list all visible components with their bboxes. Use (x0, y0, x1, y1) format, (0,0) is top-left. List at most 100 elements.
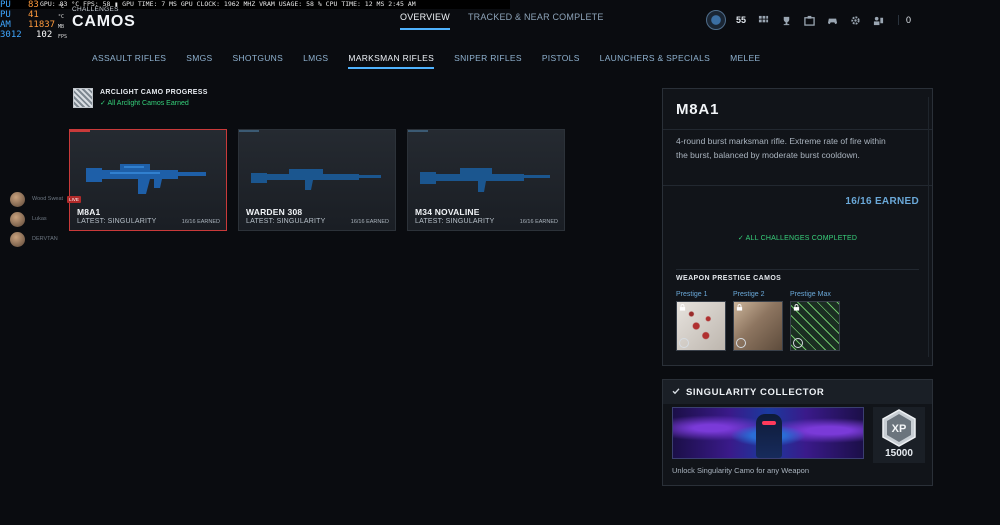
detail-scrollbar[interactable] (928, 97, 929, 357)
prestige-label: Prestige Max (790, 291, 831, 298)
xp-value: 15000 (885, 448, 913, 459)
performance-overlay-stats: PU 83 °C PU 41 °C AM 11837 MB 3012 102 F… (0, 0, 68, 40)
category-smgs[interactable]: SMGS (186, 53, 212, 69)
prestige-ring-icon (736, 338, 746, 348)
category-sniper-rifles[interactable]: SNIPER RIFLES (454, 53, 522, 69)
perf-row: AM 11837 MB (0, 20, 68, 30)
prestige-label: Prestige 1 (676, 291, 708, 298)
weapon-card-m8a1[interactable]: M8A1 LATEST: SINGULARITY 16/16 EARNED (69, 129, 227, 231)
prestige-swatch[interactable] (790, 301, 840, 351)
perf-label: PU (0, 10, 11, 20)
settings-icon[interactable] (850, 15, 861, 26)
prestige-camo-max[interactable]: Prestige Max (790, 291, 840, 351)
weapon-latest-camo: LATEST: SINGULARITY (415, 218, 495, 225)
avatar (10, 231, 25, 247)
prestige-camo-2[interactable]: Prestige 2 (733, 291, 783, 351)
weapon-earned-count: 16/16 EARNED (519, 219, 558, 225)
challenges-status-text: ALL CHALLENGES COMPLETED (745, 235, 858, 242)
avatar (10, 211, 25, 227)
prestige-ring-icon (679, 338, 689, 348)
lock-icon (736, 304, 743, 311)
collector-calling-card (672, 407, 864, 459)
weapon-name: WARDEN 308 (246, 207, 303, 217)
arclight-title: ARCLIGHT CAMO PROGRESS (100, 89, 208, 96)
xp-icon: XP (882, 409, 916, 447)
weapon-card-m34-novaline[interactable]: M34 NOVALINE LATEST: SINGULARITY 16/16 E… (407, 129, 565, 231)
lock-icon (793, 304, 800, 311)
lock-icon (679, 304, 686, 311)
weapon-category-nav: ASSAULT RIFLES SMGS SHOTGUNS LMGS MARKSM… (92, 53, 760, 69)
category-marksman-rifles[interactable]: MARKSMAN RIFLES (348, 53, 435, 69)
prestige-swatch[interactable] (676, 301, 726, 351)
rank-badge-icon[interactable] (706, 10, 726, 30)
friend-item[interactable]: Lukas (10, 209, 81, 229)
perf-label: PU (0, 0, 11, 10)
challenges-status: ✓ ALL CHALLENGES COMPLETED (737, 235, 858, 242)
singularity-collector-panel: SINGULARITY COLLECTOR XP 15000 Unlock Si… (662, 379, 933, 486)
weapon-image (420, 168, 550, 192)
category-assault-rifles[interactable]: ASSAULT RIFLES (92, 53, 166, 69)
prestige-camo-1[interactable]: Prestige 1 (676, 291, 726, 351)
grid-icon[interactable] (758, 15, 769, 26)
friend-name: DERVTAN (32, 236, 58, 242)
category-melee[interactable]: MELEE (730, 53, 760, 69)
xp-reward: XP 15000 (873, 407, 925, 463)
perf-row: PU 83 °C (0, 0, 68, 10)
social-icon[interactable] (873, 15, 884, 26)
friends-online-count: 0 (898, 15, 911, 25)
checkmark-icon (672, 388, 680, 395)
weapon-detail-panel: M8A1 4-round burst marksman rifle. Extre… (662, 88, 933, 366)
category-launchers-specials[interactable]: LAUNCHERS & SPECIALS (600, 53, 710, 69)
perf-value: 41 (28, 10, 39, 20)
collector-title: SINGULARITY COLLECTOR (686, 387, 825, 398)
perf-value: 83 (28, 0, 39, 10)
xp-badge-label: XP (892, 423, 907, 435)
perf-unit: FPS (58, 34, 68, 40)
weapon-earned-count: 16/16 EARNED (350, 219, 389, 225)
top-tabs: OVERVIEW TRACKED & NEAR COMPLETE (400, 12, 604, 30)
detail-earned-count: 16/16 EARNED (845, 196, 919, 207)
weapon-image (86, 164, 206, 194)
page-title: CAMOS (72, 13, 136, 30)
arclight-status-text: All Arclight Camos Earned (107, 100, 189, 107)
detail-description: 4-round burst marksman rifle. Extreme ra… (676, 136, 886, 160)
prestige-label: Prestige 2 (733, 291, 765, 298)
trophy-icon[interactable] (781, 15, 792, 26)
weapon-name: M34 NOVALINE (415, 207, 480, 217)
collector-description: Unlock Singularity Camo for any Weapon (672, 466, 810, 475)
store-icon[interactable] (804, 15, 815, 26)
category-shotguns[interactable]: SHOTGUNS (233, 53, 284, 69)
arclight-camo-icon (73, 88, 93, 108)
avatar (10, 191, 25, 207)
prestige-ring-icon (793, 338, 803, 348)
tab-overview[interactable]: OVERVIEW (400, 12, 450, 30)
weapon-latest-camo: LATEST: SINGULARITY (246, 218, 326, 225)
top-right-toolbar: 55 0 (706, 10, 911, 30)
friend-name: Wood Sweat (32, 196, 64, 202)
player-level: 55 (736, 15, 747, 25)
friend-item[interactable]: DERVTAN (10, 229, 81, 249)
page-subtitle: CHALLENGES (72, 6, 119, 13)
weapon-card-warden-308[interactable]: WARDEN 308 LATEST: SINGULARITY 16/16 EAR… (238, 129, 396, 231)
tab-tracked-near-complete[interactable]: TRACKED & NEAR COMPLETE (468, 12, 604, 30)
live-badge: LIVE (67, 195, 81, 203)
perf-value: 102 (36, 30, 53, 40)
category-pistols[interactable]: PISTOLS (542, 53, 580, 69)
friends-list: Wood Sweat LIVE Lukas DERVTAN (10, 189, 81, 249)
weapon-image (251, 169, 381, 190)
arclight-status: ✓ All Arclight Camos Earned (100, 100, 189, 107)
controller-icon[interactable] (827, 15, 838, 26)
prestige-camos-title: WEAPON PRESTIGE CAMOS (676, 275, 782, 282)
friend-item[interactable]: Wood Sweat LIVE (10, 189, 81, 209)
perf-row: 3012 102 FPS (0, 30, 68, 40)
visor-glow (762, 421, 776, 425)
arclight-camo-progress[interactable]: ARCLIGHT CAMO PROGRESS ✓ All Arclight Ca… (73, 88, 208, 108)
friend-name: Lukas (32, 216, 47, 222)
prestige-swatch[interactable] (733, 301, 783, 351)
perf-row: PU 41 °C (0, 10, 68, 20)
weapon-latest-camo: LATEST: SINGULARITY (77, 218, 157, 225)
perf-label: 3012 (0, 30, 22, 40)
perf-value: 11837 (28, 20, 56, 30)
detail-weapon-name: M8A1 (676, 101, 720, 118)
category-lmgs[interactable]: LMGS (303, 53, 328, 69)
